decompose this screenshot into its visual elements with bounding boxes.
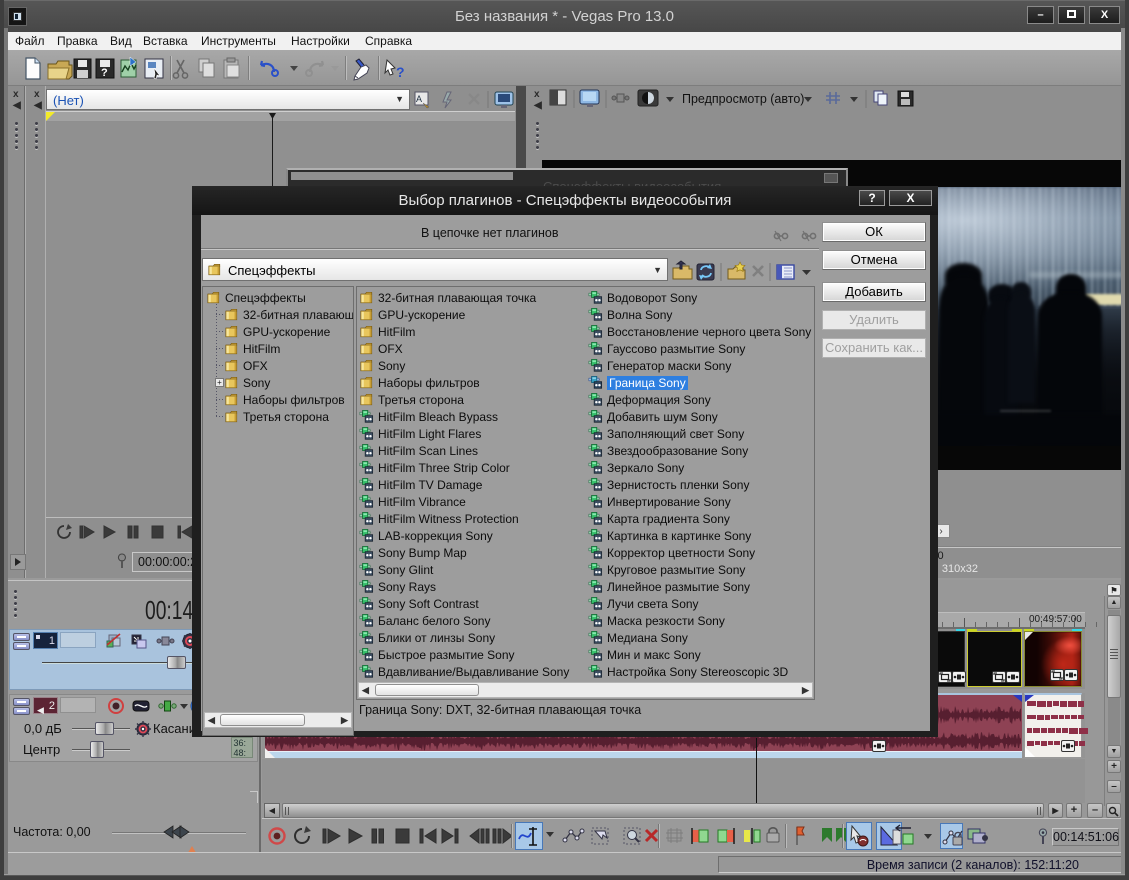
svg-text:?: ? [101,67,108,79]
svg-text:A: A [416,94,422,104]
svg-text:?: ? [396,64,405,80]
svg-text:Предпросмотр (авто): Предпросмотр (авто) [682,92,804,106]
